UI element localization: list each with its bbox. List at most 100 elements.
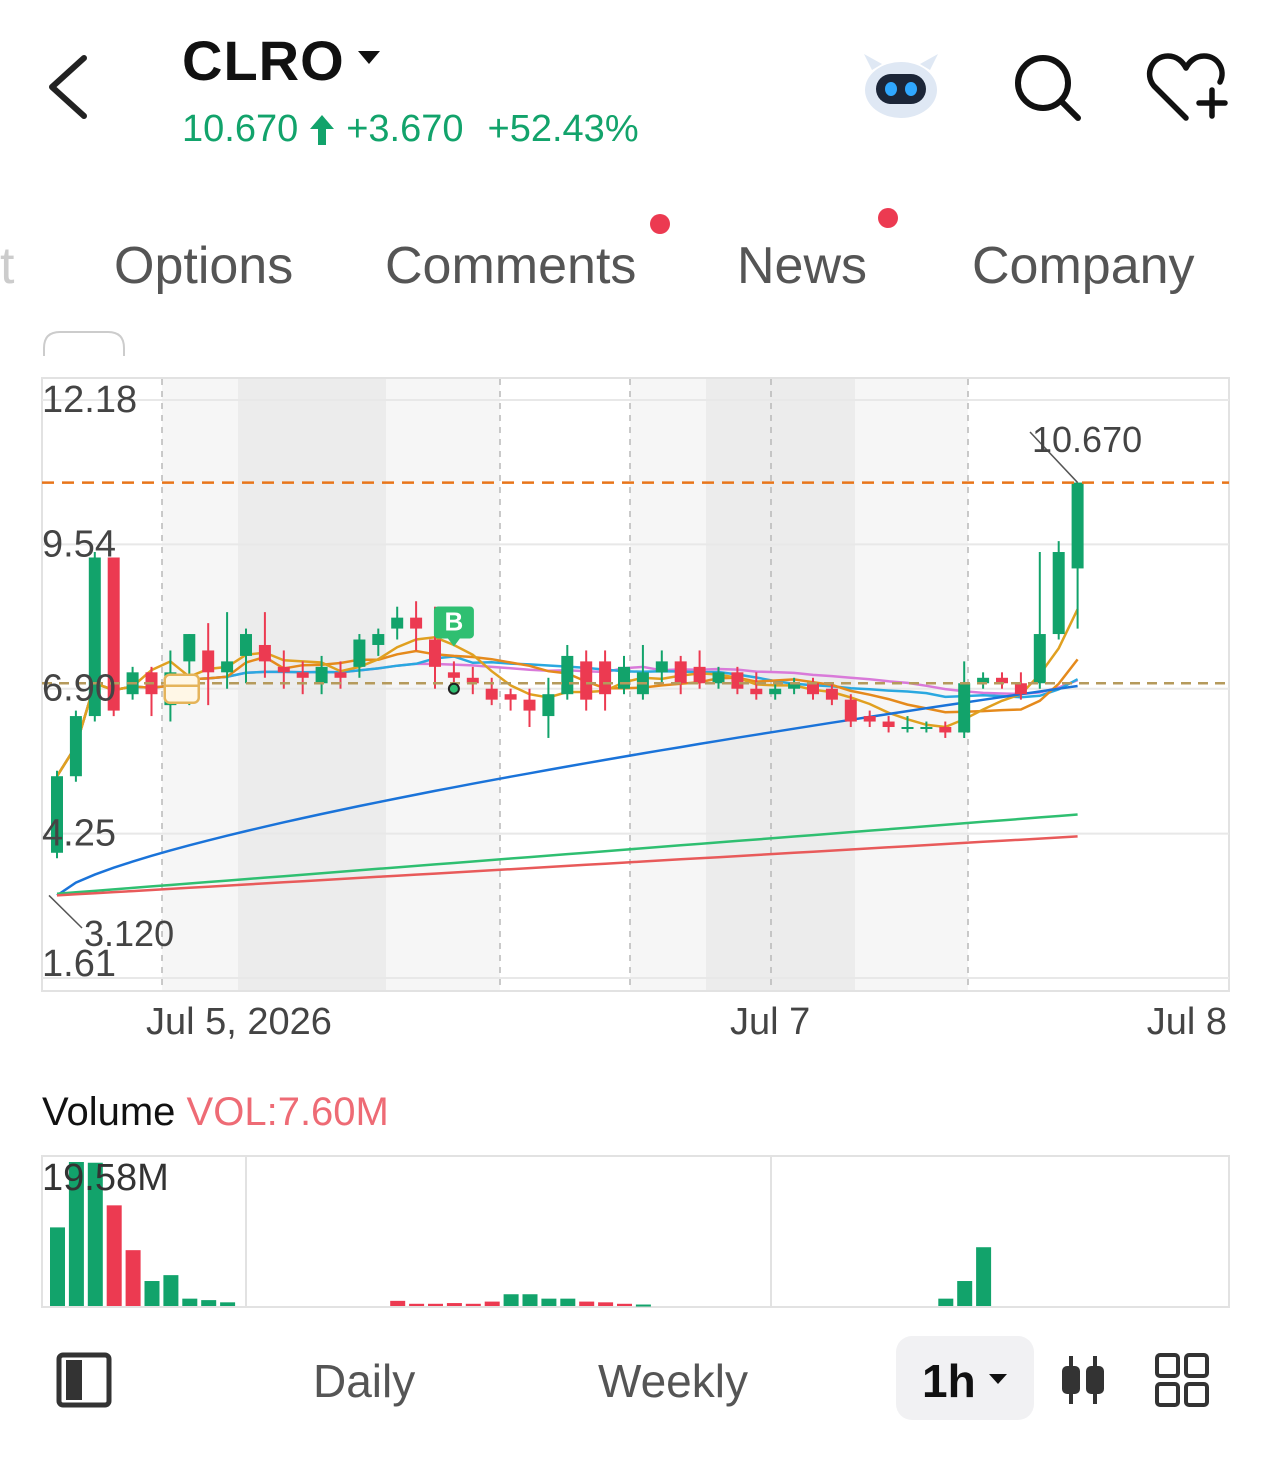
trade-dot[interactable] — [447, 682, 460, 695]
tab-news[interactable]: News — [737, 236, 867, 296]
y-tick-label: 4.25 — [42, 813, 116, 855]
weekly-button[interactable]: Weekly — [598, 1354, 748, 1408]
candle-body[interactable] — [542, 694, 555, 717]
volume-bar[interactable] — [163, 1275, 179, 1306]
volume-bar[interactable] — [409, 1303, 425, 1306]
candle-body[interactable] — [221, 661, 234, 673]
candle-body[interactable] — [750, 688, 763, 695]
volume-bar[interactable] — [201, 1300, 217, 1306]
candle-body[interactable] — [372, 634, 385, 645]
volume-bar[interactable] — [522, 1294, 538, 1306]
volume-bar[interactable] — [50, 1227, 65, 1306]
candle-body[interactable] — [240, 634, 252, 656]
candle-body[interactable] — [712, 672, 725, 684]
volume-bar[interactable] — [957, 1281, 973, 1306]
volume-bar[interactable] — [428, 1303, 443, 1306]
robot-assistant-icon[interactable] — [858, 46, 944, 122]
grid-layout-icon[interactable] — [1154, 1352, 1210, 1408]
price-change: +3.670 — [346, 108, 464, 150]
volume-bar[interactable] — [106, 1205, 122, 1306]
candle-body[interactable] — [655, 661, 668, 673]
candle-body[interactable] — [69, 716, 82, 777]
volume-bar[interactable] — [503, 1294, 519, 1306]
volume-bar[interactable] — [144, 1281, 160, 1306]
candle-body[interactable] — [920, 727, 933, 730]
earnings-icon[interactable] — [163, 673, 200, 704]
candle-body[interactable] — [693, 666, 706, 684]
candle-body[interactable] — [769, 688, 782, 695]
candle-body[interactable] — [391, 617, 404, 629]
candle-body[interactable] — [315, 666, 328, 684]
volume-bar[interactable] — [938, 1298, 954, 1306]
candle-body[interactable] — [485, 688, 498, 700]
candle-body[interactable] — [561, 655, 574, 695]
last-price: 10.670 — [182, 108, 299, 150]
candle-body[interactable] — [807, 683, 819, 695]
back-arrow-icon[interactable] — [40, 52, 100, 122]
volume-bar[interactable] — [390, 1300, 406, 1306]
candle-body[interactable] — [731, 672, 744, 689]
candle-body[interactable] — [901, 727, 914, 730]
volume-bar[interactable] — [560, 1298, 576, 1306]
volume-bar[interactable] — [125, 1250, 141, 1306]
candlestick-icon[interactable] — [1058, 1352, 1108, 1408]
volume-label: Volume — [42, 1090, 176, 1134]
volume-bar[interactable] — [484, 1301, 500, 1306]
candle-body[interactable] — [334, 672, 347, 678]
tab-options[interactable]: Options — [114, 236, 293, 296]
candle-body[interactable] — [504, 694, 517, 700]
candle-body[interactable] — [618, 666, 630, 689]
chevron-down-icon[interactable] — [356, 48, 382, 68]
tab-company[interactable]: Company — [972, 236, 1195, 296]
volume-chart[interactable]: 19.58M — [0, 1150, 1272, 1315]
tab-partial[interactable]: t — [0, 236, 14, 296]
candle-body[interactable] — [863, 716, 876, 722]
price-chart[interactable]: B 12.189.546.904.251.6110.6703.120Jul 5,… — [0, 330, 1272, 1050]
volume-bar[interactable] — [446, 1303, 462, 1306]
candle-body[interactable] — [1014, 683, 1027, 695]
volume-bar[interactable] — [182, 1298, 198, 1306]
candle-body[interactable] — [353, 639, 366, 667]
candle-body[interactable] — [183, 634, 196, 662]
y-tick-label: 12.18 — [42, 379, 137, 421]
volume-bar[interactable] — [220, 1302, 236, 1306]
candle-body[interactable] — [1071, 482, 1084, 569]
search-icon[interactable] — [1010, 50, 1084, 124]
candle-body[interactable] — [1052, 552, 1065, 635]
candle-body[interactable] — [882, 721, 895, 728]
timeframe-label[interactable]: 1h — [922, 1354, 976, 1408]
chevron-down-icon[interactable] — [988, 1372, 1008, 1386]
candle-body[interactable] — [202, 650, 215, 673]
candle-body[interactable] — [674, 661, 687, 684]
volume-bar[interactable] — [635, 1304, 651, 1307]
tab-comments[interactable]: Comments — [385, 236, 636, 296]
volume-bar[interactable] — [541, 1298, 557, 1306]
split-view-icon[interactable] — [56, 1352, 112, 1408]
volume-bar[interactable] — [617, 1303, 632, 1306]
candle-body[interactable] — [844, 699, 857, 722]
candle-body[interactable] — [580, 661, 593, 700]
price-row: 10.670 +3.670 +52.43% — [182, 108, 639, 151]
candle-body[interactable] — [258, 644, 271, 662]
volume-bar[interactable] — [976, 1247, 992, 1306]
candle-body[interactable] — [523, 699, 536, 711]
volume-bar[interactable] — [465, 1303, 481, 1306]
candle-body[interactable] — [429, 639, 441, 667]
candle-body[interactable] — [1033, 634, 1046, 684]
candle-body[interactable] — [599, 661, 612, 695]
candle-body[interactable] — [296, 672, 309, 678]
candle-body[interactable] — [958, 683, 971, 733]
volume-bar[interactable] — [579, 1301, 595, 1306]
volume-bar[interactable] — [598, 1302, 614, 1306]
volume-max-label: 19.58M — [42, 1157, 169, 1199]
daily-button[interactable]: Daily — [313, 1354, 415, 1408]
candle-body[interactable] — [410, 617, 423, 629]
candle-body[interactable] — [939, 727, 952, 733]
add-to-watchlist-icon[interactable] — [1146, 50, 1232, 124]
candle-body[interactable] — [277, 666, 290, 673]
candle-body[interactable] — [825, 688, 838, 700]
indicator-toggle[interactable] — [43, 331, 125, 356]
ticker-symbol[interactable]: CLRO — [182, 28, 345, 93]
volume-title: Volume VOL:7.60M — [42, 1090, 389, 1135]
candle-body[interactable] — [447, 672, 460, 678]
